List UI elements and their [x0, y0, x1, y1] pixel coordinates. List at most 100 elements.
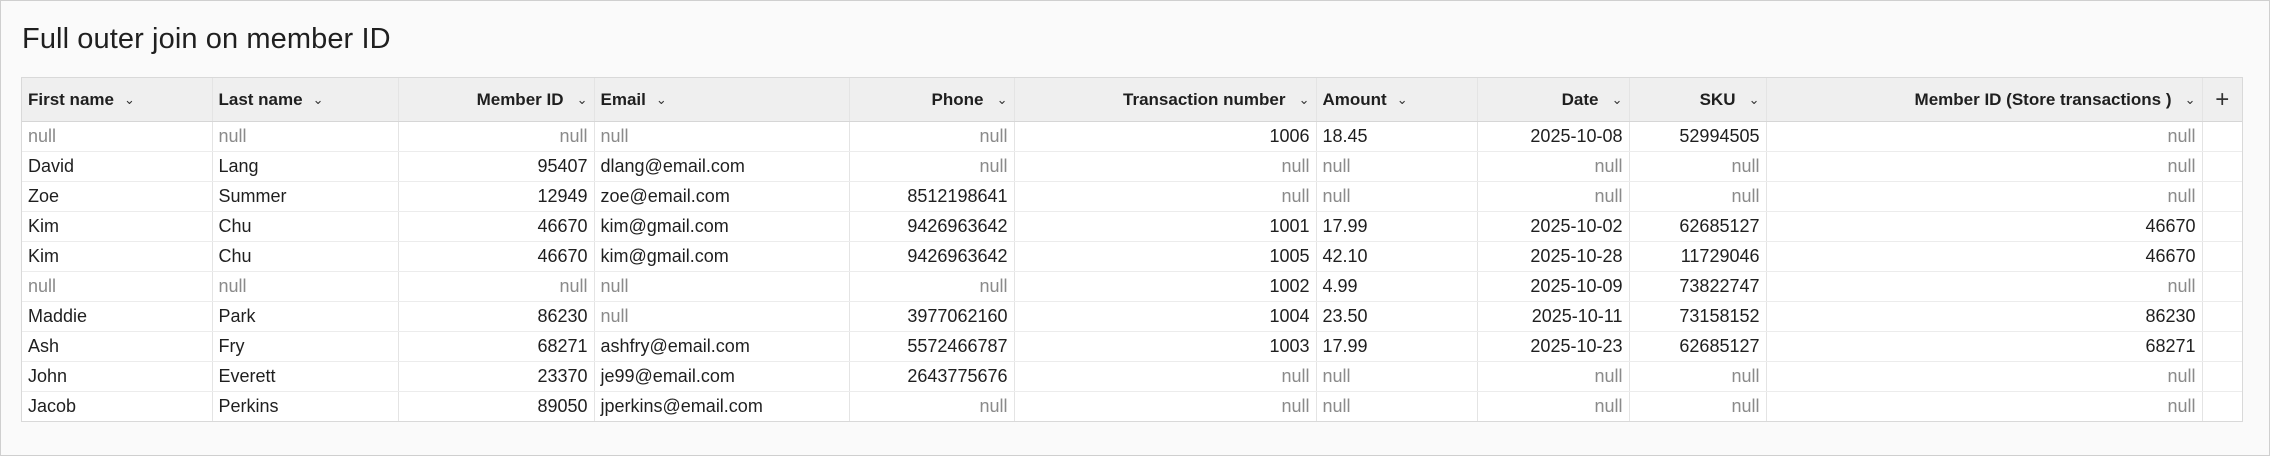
cell-amount[interactable]: 4.99 — [1316, 271, 1478, 302]
column-header-first[interactable]: First name ⌄ — [22, 78, 213, 122]
cell-email[interactable]: ashfry@email.com — [594, 331, 850, 362]
column-header-email[interactable]: Email ⌄ — [594, 78, 850, 122]
cell-txn[interactable]: null — [1014, 181, 1317, 212]
cell-phone[interactable]: null — [849, 151, 1015, 182]
cell-phone[interactable]: null — [849, 391, 1015, 421]
cell-last[interactable]: Perkins — [212, 391, 399, 421]
cell-txn[interactable]: null — [1014, 151, 1317, 182]
cell-date[interactable]: 2025-10-11 — [1477, 301, 1630, 332]
cell-first[interactable]: Maddie — [22, 301, 213, 332]
cell-date[interactable]: 2025-10-02 — [1477, 211, 1630, 242]
cell-phone[interactable]: 9426963642 — [849, 211, 1015, 242]
cell-date[interactable]: null — [1477, 391, 1630, 421]
cell-txn[interactable]: null — [1014, 361, 1317, 392]
cell-member[interactable]: null — [398, 271, 595, 302]
cell-amount[interactable]: null — [1316, 151, 1478, 182]
chevron-down-icon[interactable]: ⌄ — [1397, 92, 1411, 107]
cell-first[interactable]: David — [22, 151, 213, 182]
cell-txn[interactable]: 1006 — [1014, 121, 1317, 152]
table-row[interactable]: David Lang 95407 dlang@email.com null null nul… — [22, 151, 2242, 182]
cell-sku[interactable]: 11729046 — [1629, 241, 1767, 272]
cell-phone[interactable]: null — [849, 121, 1015, 152]
cell-sku[interactable]: 73158152 — [1629, 301, 1767, 332]
cell-first[interactable]: John — [22, 361, 213, 392]
table-row[interactable]: John Everett 23370 je99@email.com 2643775676… — [22, 361, 2242, 392]
cell-email[interactable]: kim@gmail.com — [594, 211, 850, 242]
cell-txn[interactable]: 1002 — [1014, 271, 1317, 302]
table-row[interactable]: Zoe Summer 12949 zoe@email.com 8512198641 nul… — [22, 181, 2242, 212]
cell-member_st[interactable]: 68271 — [1766, 331, 2203, 362]
cell-last[interactable]: Summer — [212, 181, 399, 212]
chevron-down-icon[interactable]: ⌄ — [2182, 92, 2196, 107]
table-row[interactable]: Jacob Perkins 89050 jperkins@email.com null n… — [22, 391, 2242, 421]
cell-amount[interactable]: 17.99 — [1316, 331, 1478, 362]
cell-date[interactable]: 2025-10-23 — [1477, 331, 1630, 362]
table-row[interactable]: Kim Chu 46670 kim@gmail.com 9426963642 1001 17… — [22, 211, 2242, 242]
chevron-down-icon[interactable]: ⌄ — [1609, 92, 1623, 107]
cell-email[interactable]: dlang@email.com — [594, 151, 850, 182]
chevron-down-icon[interactable]: ⌄ — [574, 92, 588, 107]
cell-amount[interactable]: null — [1316, 361, 1478, 392]
cell-amount[interactable]: null — [1316, 391, 1478, 421]
cell-txn[interactable]: 1001 — [1014, 211, 1317, 242]
cell-date[interactable]: null — [1477, 361, 1630, 392]
cell-phone[interactable]: 3977062160 — [849, 301, 1015, 332]
cell-first[interactable]: Ash — [22, 331, 213, 362]
cell-email[interactable]: jperkins@email.com — [594, 391, 850, 421]
cell-sku[interactable]: 73822747 — [1629, 271, 1767, 302]
cell-member_st[interactable]: null — [1766, 151, 2203, 182]
cell-email[interactable]: null — [594, 121, 850, 152]
cell-sku[interactable]: null — [1629, 361, 1767, 392]
chevron-down-icon[interactable]: ⌄ — [656, 92, 670, 107]
cell-member_st[interactable]: 46670 — [1766, 211, 2203, 242]
cell-member[interactable]: 86230 — [398, 301, 595, 332]
column-header-amount[interactable]: Amount ⌄ — [1316, 78, 1478, 122]
cell-last[interactable]: Everett — [212, 361, 399, 392]
cell-first[interactable]: null — [22, 121, 213, 152]
chevron-down-icon[interactable]: ⌄ — [994, 92, 1008, 107]
cell-member_st[interactable]: null — [1766, 391, 2203, 421]
cell-member_st[interactable]: null — [1766, 181, 2203, 212]
cell-last[interactable]: Chu — [212, 211, 399, 242]
cell-email[interactable]: je99@email.com — [594, 361, 850, 392]
cell-member[interactable]: null — [398, 121, 595, 152]
cell-txn[interactable]: 1005 — [1014, 241, 1317, 272]
cell-txn[interactable]: 1004 — [1014, 301, 1317, 332]
chevron-down-icon[interactable]: ⌄ — [313, 92, 327, 107]
cell-phone[interactable]: null — [849, 271, 1015, 302]
cell-email[interactable]: zoe@email.com — [594, 181, 850, 212]
table-row[interactable]: null null null null null 1002 4.99 2025-10-09 73… — [22, 271, 2242, 302]
column-header-sku[interactable]: SKU ⌄ — [1629, 78, 1767, 122]
cell-phone[interactable]: 9426963642 — [849, 241, 1015, 272]
cell-amount[interactable]: 17.99 — [1316, 211, 1478, 242]
cell-phone[interactable]: 5572466787 — [849, 331, 1015, 362]
cell-member_st[interactable]: null — [1766, 271, 2203, 302]
column-header-txn[interactable]: Transaction number ⌄ — [1014, 78, 1317, 122]
cell-email[interactable]: null — [594, 301, 850, 332]
cell-member[interactable]: 95407 — [398, 151, 595, 182]
cell-member[interactable]: 23370 — [398, 361, 595, 392]
cell-last[interactable]: Chu — [212, 241, 399, 272]
cell-amount[interactable]: 42.10 — [1316, 241, 1478, 272]
cell-member[interactable]: 46670 — [398, 211, 595, 242]
table-row[interactable]: Ash Fry 68271 ashfry@email.com 5572466787 100… — [22, 331, 2242, 362]
cell-amount[interactable]: 18.45 — [1316, 121, 1478, 152]
table-row[interactable]: null null null null null 1006 18.45 2025-10-08 5… — [22, 121, 2242, 152]
cell-member_st[interactable]: null — [1766, 121, 2203, 152]
cell-sku[interactable]: 52994505 — [1629, 121, 1767, 152]
cell-txn[interactable]: 1003 — [1014, 331, 1317, 362]
cell-member[interactable]: 68271 — [398, 331, 595, 362]
add-column-button[interactable]: + — [2202, 78, 2242, 122]
cell-phone[interactable]: 8512198641 — [849, 181, 1015, 212]
cell-member_st[interactable]: 46670 — [1766, 241, 2203, 272]
column-header-date[interactable]: Date ⌄ — [1477, 78, 1630, 122]
cell-email[interactable]: kim@gmail.com — [594, 241, 850, 272]
chevron-down-icon[interactable]: ⌄ — [1296, 92, 1310, 107]
table-row[interactable]: Maddie Park 86230 null 3977062160 1004 23.50 20… — [22, 301, 2242, 332]
cell-amount[interactable]: null — [1316, 181, 1478, 212]
chevron-down-icon[interactable]: ⌄ — [1746, 92, 1760, 107]
column-header-member_st[interactable]: Member ID (Store transactions ) ⌄ — [1766, 78, 2203, 122]
cell-last[interactable]: null — [212, 271, 399, 302]
cell-sku[interactable]: null — [1629, 151, 1767, 182]
cell-sku[interactable]: null — [1629, 181, 1767, 212]
